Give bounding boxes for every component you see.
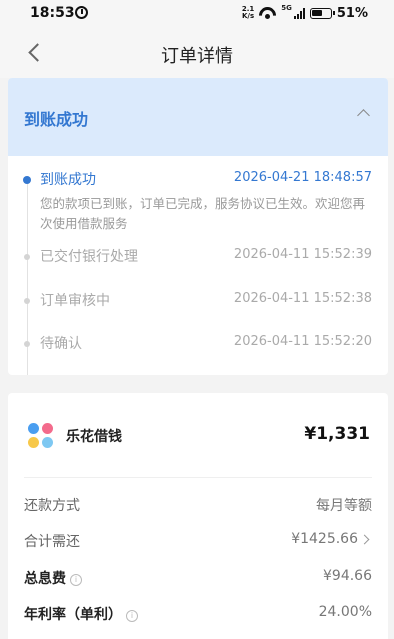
row-label: 总息费 xyxy=(24,571,66,587)
network-type-label: 5G xyxy=(281,4,292,12)
loan-amount: ¥1,331 xyxy=(304,424,370,444)
timeline-time: 2026-04-11 15:52:20 xyxy=(233,334,372,349)
row-label: 年利率（单利） xyxy=(24,607,122,623)
wifi-icon xyxy=(259,7,276,19)
timeline-dot xyxy=(24,341,30,347)
status-title: 到账成功 xyxy=(24,110,89,129)
timeline-time: 2026-04-21 18:48:57 xyxy=(233,170,372,185)
timeline-dot xyxy=(24,298,30,304)
divider xyxy=(24,477,372,478)
timeline-time: 2026-04-11 15:52:38 xyxy=(233,291,372,306)
page-title: 订单详情 xyxy=(161,46,233,67)
info-icon[interactable]: i xyxy=(126,610,138,622)
timeline-dot-active xyxy=(23,176,31,184)
status-icons: 2.1 K/s 5G 51% xyxy=(242,4,368,22)
timeline-dot xyxy=(24,254,30,260)
row-label: 合计需还 xyxy=(24,534,80,550)
info-icon[interactable]: i xyxy=(70,574,82,586)
repayment-method-row: 还款方式 每月等额 xyxy=(8,495,388,515)
timeline-description: 您的款项已到账，订单已完成，服务协议已生效。欢迎您再次使用借款服务 xyxy=(40,196,366,231)
row-value: 24.00% xyxy=(318,604,372,620)
row-value: ¥94.66 xyxy=(323,568,372,584)
total-interest-row: 总息费 i ¥94.66 xyxy=(8,568,388,588)
row-value: 每月等额 xyxy=(316,498,372,514)
timeline-label: 待确认 xyxy=(40,336,82,352)
chevron-up-icon xyxy=(357,109,370,122)
loan-info-card: 乐花借钱 ¥1,331 还款方式 每月等额 合计需还 ¥1425.66 总息费 i… xyxy=(8,393,388,639)
timeline-label: 已交付银行处理 xyxy=(40,249,138,265)
annual-rate-row: 年利率（单利） i 24.00% xyxy=(8,604,388,624)
order-status-card: 到账成功 到账成功 2026-04-21 18:48:57 您的款项已到账，订单… xyxy=(8,78,388,375)
row-label-wrap: 总息费 i xyxy=(24,568,82,588)
row-label: 还款方式 xyxy=(24,498,80,514)
chevron-right-icon xyxy=(359,534,370,545)
nav-bar: 订单详情 xyxy=(0,26,394,78)
status-bar: 18:53 2.1 K/s 5G 51% xyxy=(0,0,394,26)
total-repayment-row[interactable]: 合计需还 ¥1425.66 xyxy=(8,531,388,551)
signal-icon xyxy=(293,7,305,19)
status-time: 18:53 xyxy=(30,5,75,21)
status-header-toggle[interactable]: 到账成功 xyxy=(8,78,388,156)
row-label-wrap: 年利率（单利） i xyxy=(24,604,138,624)
product-name: 乐花借钱 xyxy=(66,429,122,445)
timeline-label: 订单审核中 xyxy=(40,293,110,309)
row-value: ¥1425.66 xyxy=(291,531,358,547)
network-speed: 2.1 K/s xyxy=(241,5,255,20)
product-logo-icon xyxy=(28,423,54,449)
timeline-label: 到账成功 xyxy=(40,172,96,188)
battery-icon xyxy=(309,7,335,19)
battery-level: 51% xyxy=(336,5,368,21)
timeline-time: 2026-04-11 15:52:39 xyxy=(233,247,372,262)
alarm-icon xyxy=(75,6,88,19)
